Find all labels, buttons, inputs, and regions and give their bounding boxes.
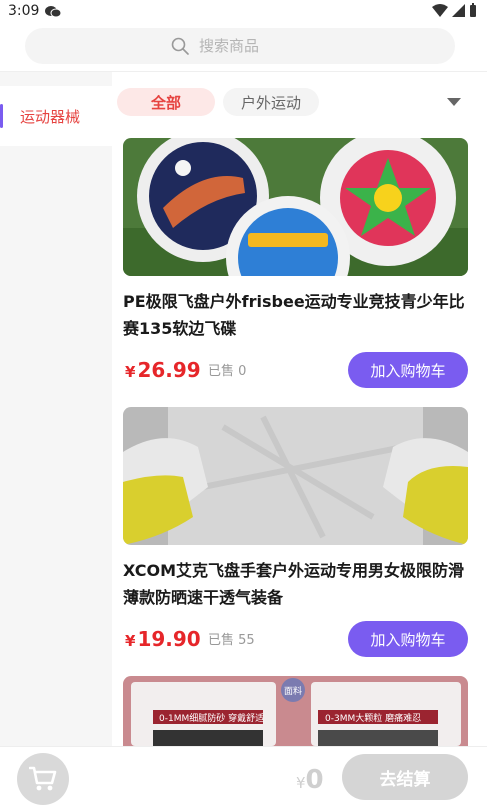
product-card[interactable]: PE极限飞盘户外frisbee运动专业竞技青少年比赛135软边飞碟 ¥26.99… — [123, 138, 468, 388]
image-text-right: 0-3MM大颗粒 磨痛难忍 — [325, 712, 421, 724]
image-text-badge: 面料 — [284, 685, 302, 697]
status-icons — [432, 3, 477, 17]
search-icon — [171, 37, 189, 55]
product-title[interactable]: PE极限飞盘户外frisbee运动专业竞技青少年比赛135软边飞碟 — [123, 288, 468, 342]
signal-icon — [452, 3, 465, 17]
sidebar-item-sports-equipment[interactable]: 运动器械 — [0, 86, 112, 146]
filter-chips: 全部 户外运动 — [117, 88, 477, 118]
chip-all[interactable]: 全部 — [117, 88, 215, 116]
product-card[interactable]: XCOM艾克飞盘手套户外运动专用男女极限防滑薄款防晒速干透气装备 ¥19.90 … — [123, 407, 468, 657]
sold-count: 已售 55 — [208, 633, 255, 648]
product-card[interactable]: 0-1MM细腻防砂 穿戴舒适 0-3MM大颗粒 磨痛难忍 面料 — [123, 676, 468, 746]
image-text-left: 0-1MM细腻防砂 穿戴舒适 — [159, 712, 264, 724]
checkout-button[interactable]: 去结算 — [342, 754, 468, 800]
status-time: 3:09 — [8, 3, 40, 19]
sold-count: 已售 0 — [208, 364, 247, 379]
cart-button[interactable] — [17, 753, 69, 805]
product-title[interactable]: XCOM艾克飞盘手套户外运动专用男女极限防滑薄款防晒速干透气装备 — [123, 557, 468, 611]
search-input[interactable] — [199, 37, 309, 55]
category-sidebar: 运动器械 — [0, 72, 112, 746]
sidebar-item-label: 运动器械 — [20, 107, 81, 126]
search-bar[interactable] — [25, 28, 455, 64]
chip-outdoor-sports[interactable]: 户外运动 — [223, 88, 319, 116]
product-price: ¥19.90 — [125, 627, 201, 651]
chevron-down-icon[interactable] — [447, 98, 461, 106]
product-image-gloves[interactable] — [123, 407, 468, 545]
battery-icon — [470, 3, 476, 17]
product-price: ¥26.99 — [125, 358, 201, 382]
gloves-image — [123, 407, 468, 545]
active-indicator — [0, 104, 3, 128]
wechat-icon — [45, 5, 62, 17]
price-row: ¥26.99 已售 0 加入购物车 — [123, 352, 468, 388]
frisbee-image — [123, 138, 468, 276]
wifi-icon — [432, 3, 448, 17]
bottom-bar: ¥0 去结算 — [0, 746, 487, 808]
shopping-cart-icon — [29, 766, 57, 791]
price-row: ¥19.90 已售 55 加入购物车 — [123, 621, 468, 657]
add-to-cart-button[interactable]: 加入购物车 — [348, 621, 468, 657]
add-to-cart-button[interactable]: 加入购物车 — [348, 352, 468, 388]
product-image-third[interactable]: 0-1MM细腻防砂 穿戴舒适 0-3MM大颗粒 磨痛难忍 面料 — [123, 676, 468, 746]
status-bar: 3:09 — [0, 0, 487, 22]
product-image-frisbee[interactable] — [123, 138, 468, 276]
product-third-image: 0-1MM细腻防砂 穿戴舒适 0-3MM大颗粒 磨痛难忍 面料 — [123, 676, 468, 746]
cart-total: ¥0 — [296, 765, 324, 795]
